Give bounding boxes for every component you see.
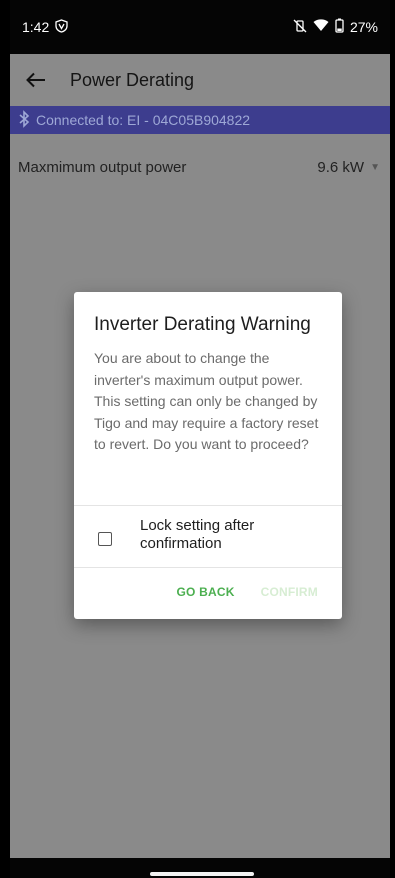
- status-right: 27%: [293, 18, 378, 36]
- connection-banner: Connected to: EI - 04C05B904822: [10, 106, 390, 134]
- wifi-icon: [313, 19, 329, 35]
- home-gesture-handle[interactable]: [150, 872, 254, 876]
- warning-dialog: Inverter Derating Warning You are about …: [74, 292, 342, 619]
- dialog-title: Inverter Derating Warning: [94, 314, 311, 335]
- chevron-down-icon: ▼: [370, 161, 380, 173]
- connection-text: Connected to: EI - 04C05B904822: [36, 112, 251, 128]
- dialog-message: You are about to change the inverter's m…: [94, 350, 319, 452]
- dialog-actions: GO BACK CONFIRM: [74, 572, 342, 612]
- lock-setting-label[interactable]: Lock setting after confirmation: [140, 517, 330, 553]
- battery-icon: [335, 18, 344, 36]
- battery-percent: 27%: [349, 19, 378, 35]
- confirm-button[interactable]: CONFIRM: [261, 585, 318, 599]
- vibrate-off-icon: [293, 19, 307, 36]
- app-screen: 1:42 27% Power Derating Connected to: EI…: [10, 0, 390, 878]
- lock-setting-checkbox[interactable]: [98, 532, 112, 546]
- divider: [74, 505, 342, 506]
- status-time: 1:42: [22, 19, 50, 35]
- setting-value: 9.6 kW: [317, 158, 365, 176]
- bluetooth-icon: [18, 109, 30, 131]
- shield-v-icon: [55, 19, 68, 35]
- divider: [74, 567, 342, 568]
- page-title: Power Derating: [70, 69, 195, 90]
- setting-value-dropdown[interactable]: 9.6 kW ▼: [317, 159, 380, 176]
- status-left: 1:42: [22, 19, 68, 35]
- status-bar: 1:42 27%: [10, 0, 390, 54]
- app-bar: Power Derating: [10, 54, 390, 106]
- arrow-left-icon: [26, 72, 45, 88]
- go-back-button[interactable]: GO BACK: [177, 585, 235, 599]
- back-button[interactable]: [16, 60, 56, 100]
- setting-label: Maxmimum output power: [18, 158, 187, 176]
- max-output-power-row[interactable]: Maxmimum output power 9.6 kW ▼: [10, 152, 390, 182]
